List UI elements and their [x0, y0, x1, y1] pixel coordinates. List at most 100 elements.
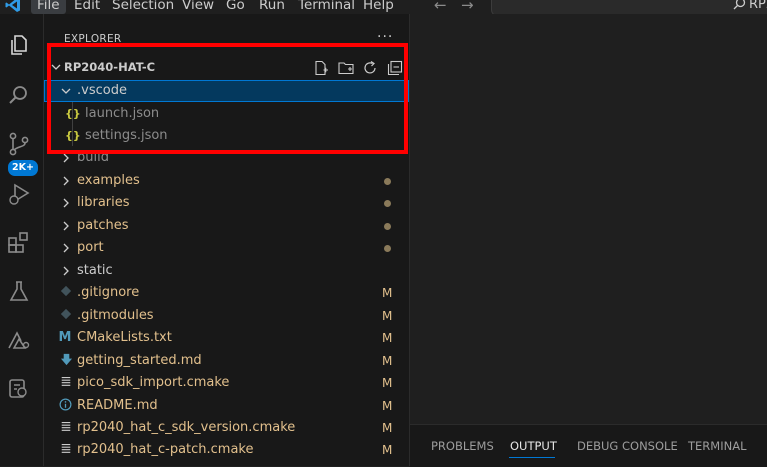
testing-icon[interactable]: [6, 279, 32, 305]
tree-file-getting-started[interactable]: getting_started.md M: [44, 350, 409, 372]
back-arrow-icon[interactable]: ←: [434, 0, 447, 14]
tree-item-label: .vscode: [77, 83, 127, 98]
menu-view[interactable]: View: [176, 0, 220, 14]
chevron-down-icon: [60, 85, 72, 97]
refresh-icon[interactable]: [362, 60, 378, 76]
tree-item-label: rp2040_hat_c-patch.cmake: [77, 442, 254, 457]
tree-file-launch-json[interactable]: {} launch.json: [44, 103, 409, 125]
tab-debug-console[interactable]: DEBUG CONSOLE: [577, 439, 678, 453]
run-debug-icon[interactable]: [6, 181, 32, 207]
tree-file-cmakelists[interactable]: M CMakeLists.txt M: [44, 327, 409, 349]
tree-item-label: README.md: [77, 398, 158, 413]
tree-item-label: static: [77, 263, 113, 278]
tree-item-label: getting_started.md: [77, 353, 202, 368]
tree-folder-vscode[interactable]: .vscode: [44, 80, 409, 102]
command-center[interactable]: [491, 0, 767, 14]
info-icon: [58, 398, 72, 414]
new-file-icon[interactable]: [313, 60, 329, 76]
extensions-icon[interactable]: [6, 230, 32, 256]
menu-go[interactable]: Go: [220, 0, 251, 14]
git-status-badge: M: [382, 354, 393, 368]
git-status-badge: M: [382, 421, 393, 435]
explorer-sidebar: EXPLORER ··· RP2040-HAT-C .vscode {} lau…: [44, 14, 410, 466]
menu-help[interactable]: Help: [357, 0, 400, 14]
tab-output[interactable]: OUTPUT: [510, 439, 557, 453]
tree-item-label: settings.json: [85, 128, 168, 143]
git-status-badge: M: [382, 399, 393, 413]
tree-item-label: .gitignore: [77, 285, 140, 300]
menu-edit[interactable]: Edit: [68, 0, 106, 14]
tree-item-label: patches: [77, 218, 129, 233]
list-file-icon: [59, 420, 73, 436]
chevron-right-icon: [60, 197, 72, 209]
tab-terminal[interactable]: TERMINAL: [688, 439, 746, 453]
menu-selection[interactable]: Selection: [106, 0, 180, 14]
command-center-text: RP2: [749, 0, 767, 12]
vscode-logo-icon: [4, 0, 22, 14]
list-file-icon: [59, 442, 73, 458]
modified-dot: [384, 200, 391, 207]
tree-folder-build[interactable]: build: [44, 147, 409, 169]
editor-area: [410, 14, 767, 424]
git-status-badge: M: [382, 309, 393, 323]
markdown-download-icon: [59, 353, 73, 369]
git-file-icon: [59, 308, 73, 324]
tree-file-gitignore[interactable]: .gitignore M: [44, 282, 409, 304]
title-bar: File Edit Selection View Go Run Terminal…: [0, 0, 767, 14]
tree-file-pico-sdk-import[interactable]: pico_sdk_import.cmake M: [44, 372, 409, 394]
modified-dot: [384, 223, 391, 230]
git-status-badge: M: [382, 376, 393, 390]
chevron-right-icon: [60, 175, 72, 187]
tree-folder-patches[interactable]: patches: [44, 215, 409, 237]
tree-item-label: CMakeLists.txt: [77, 330, 172, 345]
explorer-icon[interactable]: [6, 32, 32, 58]
git-status-badge: M: [382, 331, 393, 345]
menu-file[interactable]: File: [31, 0, 66, 14]
search-icon: [733, 0, 746, 10]
explorer-title: EXPLORER: [64, 33, 122, 45]
tree-item-label: examples: [77, 173, 140, 188]
modified-dot: [384, 245, 391, 252]
tree-folder-static[interactable]: static: [44, 260, 409, 282]
tree-file-readme[interactable]: README.md M: [44, 395, 409, 417]
tab-problems[interactable]: PROBLEMS: [431, 439, 494, 453]
tree-file-settings-json[interactable]: {} settings.json: [44, 125, 409, 147]
forward-arrow-icon[interactable]: →: [461, 0, 474, 14]
json-file-icon: {}: [65, 129, 81, 142]
source-control-badge: 2K+: [7, 159, 39, 177]
remote-icon[interactable]: [6, 328, 32, 354]
more-actions-icon[interactable]: ···: [377, 29, 393, 45]
tree-folder-examples[interactable]: examples: [44, 170, 409, 192]
workspace-title: RP2040-HAT-C: [64, 60, 156, 74]
tree-folder-port[interactable]: port: [44, 237, 409, 259]
workspace-section-header[interactable]: RP2040-HAT-C: [44, 57, 409, 79]
cmake-file-icon: M: [58, 330, 72, 345]
active-tab-indicator: [509, 457, 555, 458]
tree-item-label: port: [77, 240, 104, 255]
source-control-icon[interactable]: [6, 131, 32, 157]
menu-terminal[interactable]: Terminal: [292, 0, 361, 14]
collapse-all-icon[interactable]: [387, 60, 403, 76]
panel-tab-bar: PROBLEMS OUTPUT DEBUG CONSOLE TERMINAL: [410, 424, 767, 467]
modified-dot: [384, 178, 391, 185]
chevron-right-icon: [60, 242, 72, 254]
chevron-right-icon: [60, 152, 72, 164]
git-status-badge: M: [382, 443, 393, 457]
search-icon[interactable]: [6, 82, 32, 108]
tree-item-label: rp2040_hat_c_sdk_version.cmake: [77, 420, 296, 435]
chevron-right-icon: [60, 220, 72, 232]
tree-file-patch-cmake[interactable]: rp2040_hat_c-patch.cmake M: [44, 439, 409, 461]
menu-run[interactable]: Run: [253, 0, 291, 14]
tree-file-gitmodules[interactable]: .gitmodules M: [44, 305, 409, 327]
git-file-icon: [59, 285, 73, 301]
tree-item-label: launch.json: [85, 106, 160, 121]
new-folder-icon[interactable]: [338, 60, 354, 76]
tree-file-sdk-version[interactable]: rp2040_hat_c_sdk_version.cmake M: [44, 417, 409, 439]
chevron-down-icon: [50, 61, 62, 73]
list-file-icon: [59, 375, 73, 391]
tree-item-label: .gitmodules: [77, 308, 154, 323]
extension-panel-icon[interactable]: [6, 376, 32, 402]
tree-item-label: build: [77, 150, 109, 165]
tree-folder-libraries[interactable]: libraries: [44, 192, 409, 214]
activity-bar: 2K+: [0, 14, 44, 466]
